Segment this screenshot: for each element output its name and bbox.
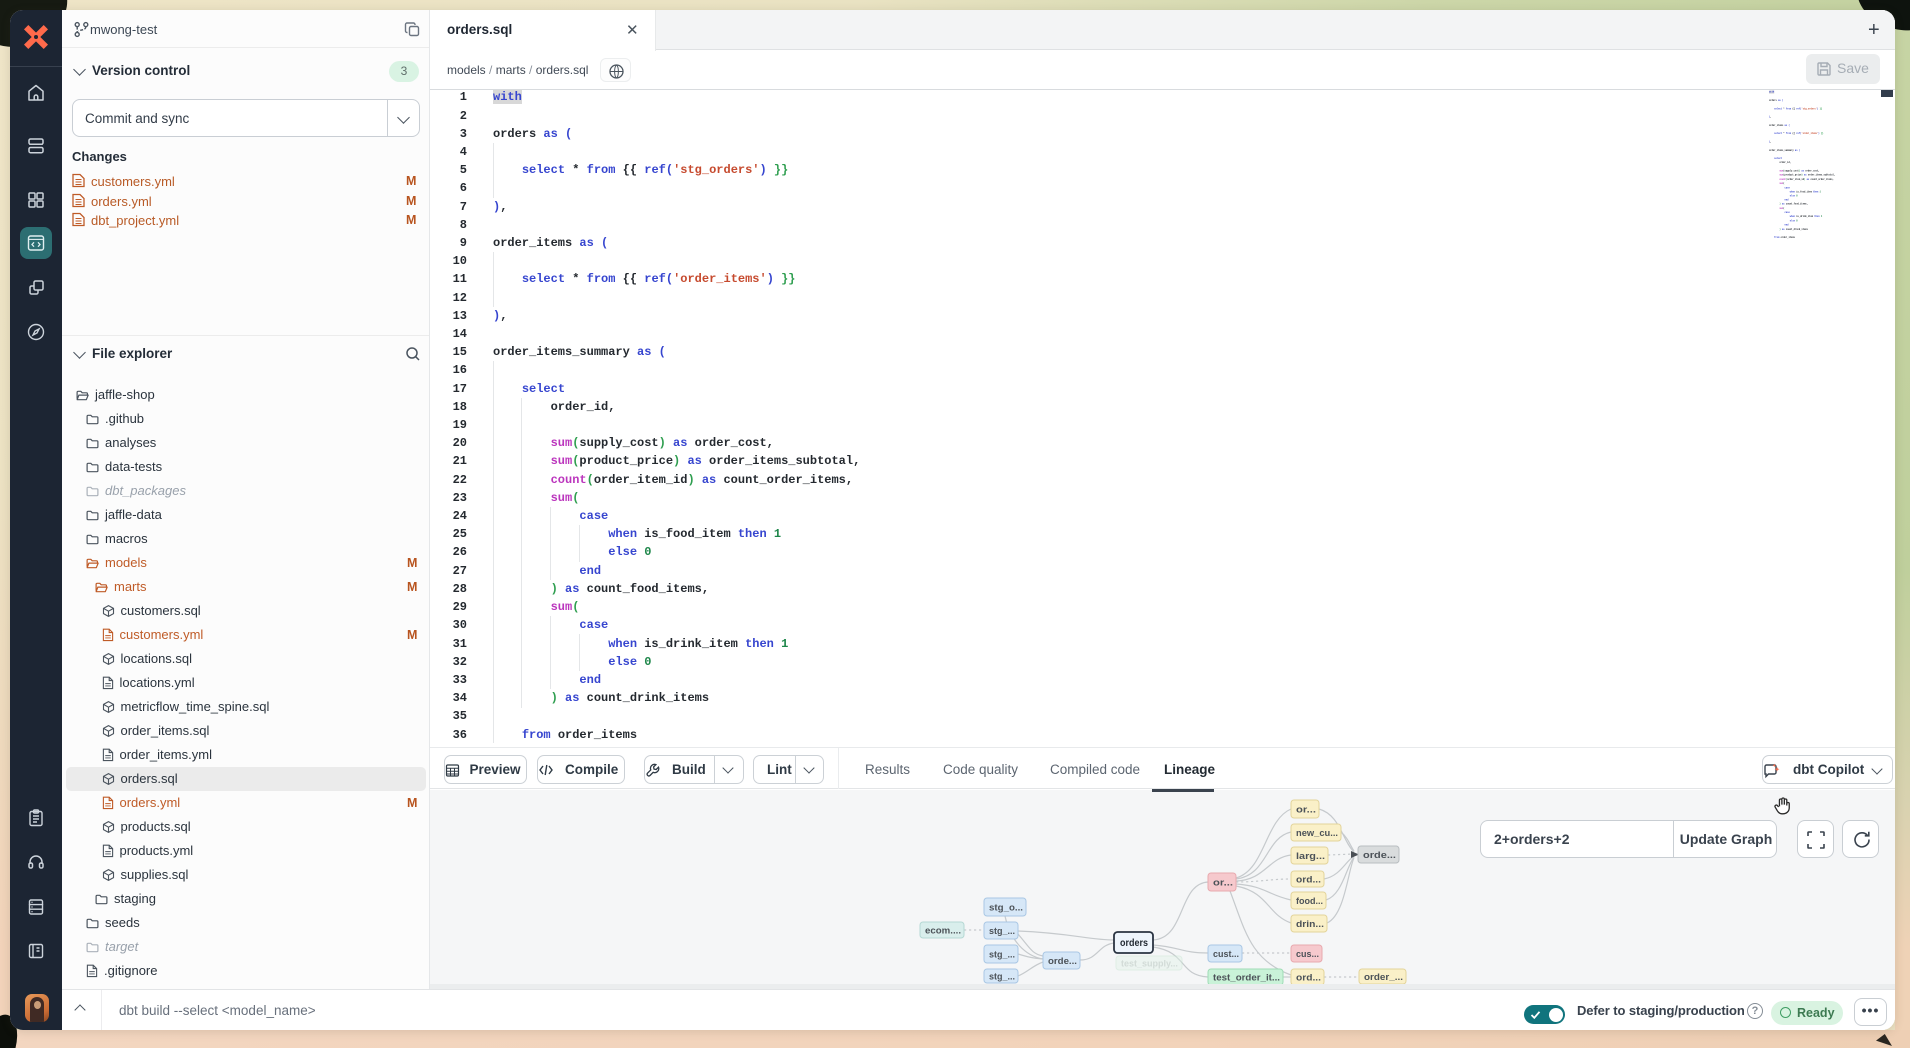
svg-text:food...: food... [1296,896,1323,907]
svg-text:stg_...: stg_... [989,950,1015,961]
svg-text:orde...: orde... [1048,956,1077,967]
svg-text:or...: or... [1213,878,1233,889]
svg-text:orde...: orde... [1363,850,1396,861]
svg-text:cus...: cus... [1296,949,1319,960]
svg-text:test_order_it...: test_order_it... [1213,973,1280,984]
svg-text:stg_...: stg_... [989,972,1015,983]
svg-text:ecom....: ecom.... [925,926,961,937]
svg-text:or...: or... [1296,805,1316,816]
svg-text:drin...: drin... [1296,919,1324,930]
svg-text:ord...: ord... [1296,973,1321,984]
svg-text:stg_...: stg_... [989,926,1015,937]
svg-text:larg...: larg... [1296,851,1325,862]
svg-text:test_supply...: test_supply... [1121,959,1178,969]
svg-text:new_cu...: new_cu... [1296,828,1338,839]
svg-text:cust...: cust... [1213,949,1239,960]
svg-text:ord...: ord... [1296,875,1321,886]
svg-text:order_...: order_... [1364,972,1403,983]
svg-text:stg_o...: stg_o... [989,903,1023,914]
svg-text:orders: orders [1120,937,1148,949]
